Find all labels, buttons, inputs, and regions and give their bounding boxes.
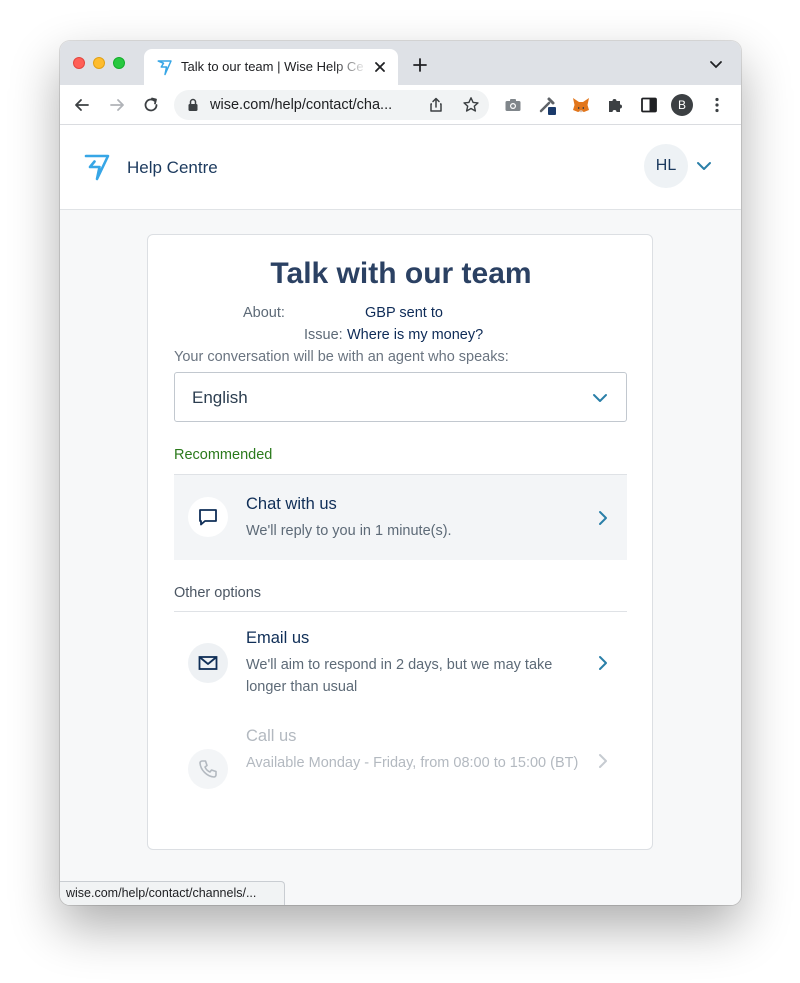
divider [174, 611, 627, 612]
tab-title: Talk to our team | Wise Help Ce [181, 59, 364, 74]
page-content: Help Centre HL Talk with our team About:… [60, 125, 741, 905]
wise-favicon-icon [157, 60, 172, 76]
url-text[interactable]: wise.com/help/contact/cha... [210, 97, 414, 113]
chevron-down-icon [593, 394, 607, 402]
new-tab-icon[interactable] [412, 57, 428, 73]
tab-strip: Talk to our team | Wise Help Ce [60, 41, 741, 85]
minimize-window-button[interactable] [93, 57, 105, 69]
chat-option-title: Chat with us [246, 495, 337, 513]
metamask-fox-icon[interactable] [571, 95, 591, 115]
address-bar[interactable]: wise.com/help/contact/cha... [174, 90, 489, 120]
profile-avatar[interactable]: B [671, 94, 693, 116]
extensions-puzzle-icon[interactable] [605, 95, 625, 115]
chat-icon-wrap [188, 497, 228, 537]
help-centre-title[interactable]: Help Centre [127, 158, 218, 178]
page-title: Talk with our team [270, 257, 532, 290]
side-panel-icon[interactable] [639, 95, 659, 115]
call-option: Call us Available Monday - Friday, from … [174, 721, 627, 811]
language-select[interactable]: English [174, 372, 627, 422]
wise-logo-icon[interactable] [84, 153, 110, 181]
call-option-title: Call us [246, 727, 297, 745]
recommended-label: Recommended [174, 447, 273, 463]
forward-arrow-icon[interactable] [107, 95, 127, 115]
browser-toolbar: wise.com/help/contact/cha... B [60, 85, 741, 125]
language-hint: Your conversation will be with an agent … [174, 349, 509, 365]
reload-icon[interactable] [141, 95, 161, 115]
share-icon[interactable] [428, 97, 444, 113]
chevron-down-icon[interactable] [696, 159, 712, 173]
chevron-right-icon [599, 656, 607, 670]
about-label: About: [243, 305, 285, 321]
phone-icon [199, 760, 217, 778]
back-arrow-icon[interactable] [72, 95, 92, 115]
chat-option[interactable]: Chat with us We'll reply to you in 1 min… [174, 475, 627, 560]
browser-window: Talk to our team | Wise Help Ce wise.com… [60, 41, 741, 905]
envelope-icon [198, 656, 218, 670]
chat-bubble-icon [199, 509, 217, 526]
other-options-label: Other options [174, 585, 262, 601]
status-bar-url: wise.com/help/contact/channels/... [60, 881, 285, 905]
browser-tab-active[interactable]: Talk to our team | Wise Help Ce [144, 49, 398, 85]
issue-label: Issue: [304, 327, 343, 343]
lock-icon[interactable] [187, 98, 199, 112]
about-value: GBP sent to [365, 305, 443, 321]
close-window-button[interactable] [73, 57, 85, 69]
camera-extension-icon[interactable] [503, 95, 523, 115]
maximize-window-button[interactable] [113, 57, 125, 69]
bookmark-star-icon[interactable] [462, 96, 480, 114]
call-option-description: Available Monday - Friday, from 08:00 to… [246, 755, 579, 771]
chevron-right-icon [599, 511, 607, 525]
kebab-menu-icon[interactable] [707, 95, 727, 115]
call-icon-wrap [188, 749, 228, 789]
eyedropper-extension-icon[interactable] [537, 95, 557, 115]
chat-option-description: We'll reply to you in 1 minute(s). [246, 523, 452, 539]
tab-search-chevron-icon[interactable] [709, 60, 723, 70]
email-icon-wrap [188, 643, 228, 683]
email-option[interactable]: Email us We'll aim to respond in 2 days,… [174, 613, 627, 713]
user-avatar[interactable]: HL [644, 144, 688, 188]
contact-card: Talk with our team About: GBP sent to Is… [147, 234, 653, 850]
site-header: Help Centre HL [60, 125, 741, 210]
close-tab-icon[interactable] [372, 59, 388, 75]
issue-value: Where is my money? [347, 327, 484, 343]
chevron-right-icon [599, 754, 607, 768]
language-selected-value: English [192, 388, 248, 407]
email-option-description: We'll aim to respond in 2 days, but we m… [246, 657, 553, 695]
email-option-title: Email us [246, 629, 310, 647]
